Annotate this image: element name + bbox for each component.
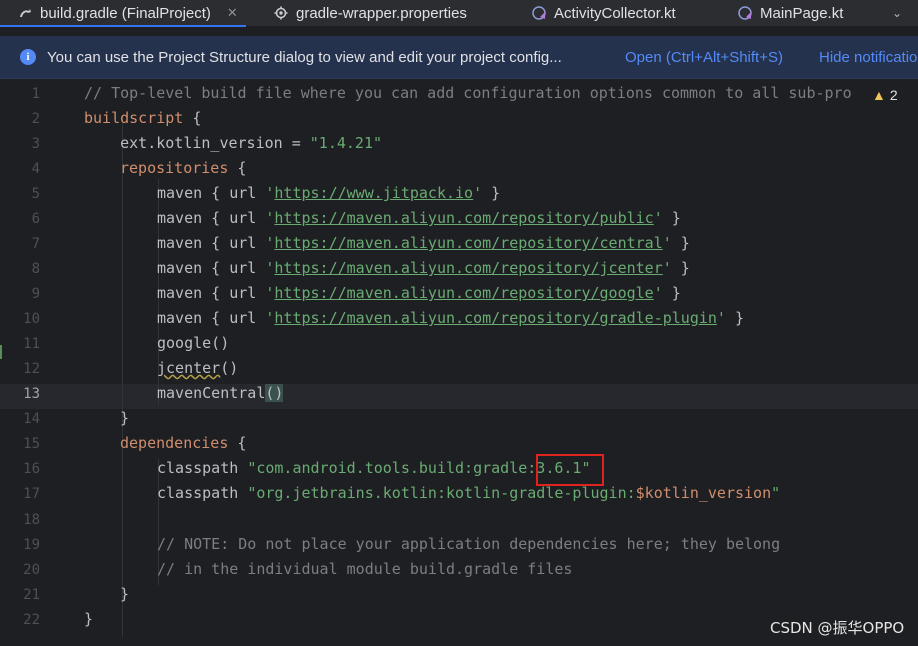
kotlin-class-icon xyxy=(738,6,752,20)
code-editor[interactable]: 1 2 3 4 5 6 7 8 9 10 11 12 13 14 15 16 17 18 19 20 21 22 ▲ 2 … xyxy=(0,79,918,646)
line-number: 14 xyxy=(23,411,40,427)
code-line-14: } xyxy=(120,409,130,427)
line-number: 15 xyxy=(23,436,40,452)
url-link[interactable]: https://maven.aliyun.com/repository/grad… xyxy=(274,309,717,327)
code-line-8: maven { url 'https://maven.aliyun.com/re… xyxy=(157,259,690,277)
code-line-15: dependencies { xyxy=(120,434,247,452)
code-line-5: maven { url 'https://www.jitpack.io' } xyxy=(157,184,501,202)
line-number: 9 xyxy=(31,286,40,302)
url-link[interactable]: https://www.jitpack.io xyxy=(274,184,473,202)
tab-label: ActivityCollector.kt xyxy=(554,4,676,22)
tab-label: gradle-wrapper.properties xyxy=(296,4,467,22)
url-link[interactable]: https://maven.aliyun.com/repository/publ… xyxy=(274,209,653,227)
code-line-6: maven { url 'https://maven.aliyun.com/re… xyxy=(157,209,681,227)
code-line-22: } xyxy=(84,610,94,628)
line-number: 18 xyxy=(23,512,40,528)
line-number: 8 xyxy=(31,261,40,277)
tab-label: MainPage.kt xyxy=(760,4,844,22)
url-link[interactable]: https://maven.aliyun.com/repository/goog… xyxy=(274,284,653,302)
close-icon[interactable]: ✕ xyxy=(227,5,238,21)
tab-build-gradle[interactable]: build.gradle (FinalProject) ✕ xyxy=(0,0,246,27)
line-number: 10 xyxy=(23,311,40,327)
code-line-17: classpath "org.jetbrains.kotlin:kotlin-g… xyxy=(157,484,781,502)
line-number: 3 xyxy=(31,136,40,152)
code-line-7: maven { url 'https://maven.aliyun.com/re… xyxy=(157,234,690,252)
banner-message: You can use the Project Structure dialog… xyxy=(47,48,562,66)
line-number: 17 xyxy=(23,486,40,502)
line-number: 22 xyxy=(23,612,40,628)
line-number: 16 xyxy=(23,461,40,477)
gear-icon xyxy=(274,6,288,20)
url-link[interactable]: https://maven.aliyun.com/repository/cent… xyxy=(274,234,662,252)
chevron-down-icon[interactable]: ⌄ xyxy=(892,0,902,26)
code-line-19: // NOTE: Do not place your application d… xyxy=(157,535,781,553)
deprecated-call[interactable]: jcenter xyxy=(157,359,220,377)
code-line-2: buildscript { xyxy=(84,109,202,127)
line-number: 13 xyxy=(23,386,40,402)
notification-banner: i You can use the Project Structure dial… xyxy=(0,36,918,79)
editor-tab-bar: build.gradle (FinalProject) ✕ gradle-wra… xyxy=(0,0,918,27)
code-line-3: ext.kotlin_version = "1.4.21" xyxy=(84,134,383,152)
current-line-highlight xyxy=(0,384,918,409)
code-line-21: } xyxy=(120,585,130,603)
watermark: CSDN @振华OPPO xyxy=(770,619,905,637)
tab-gradle-wrapper-properties[interactable]: gradle-wrapper.properties xyxy=(274,0,467,26)
line-number: 6 xyxy=(31,211,40,227)
gradle-icon xyxy=(18,6,32,20)
line-number: 5 xyxy=(31,186,40,202)
inspection-widget[interactable]: ▲ 2 xyxy=(870,85,898,105)
code-line-4: repositories { xyxy=(120,159,247,177)
line-number: 19 xyxy=(23,537,40,553)
tab-activity-collector[interactable]: ActivityCollector.kt xyxy=(532,0,676,26)
code-line-1: // Top-level build file where you can ad… xyxy=(84,84,852,102)
code-line-11: google() xyxy=(157,334,230,352)
open-project-structure-link[interactable]: Open (Ctrl+Alt+Shift+S) xyxy=(625,49,783,66)
code-line-12: jcenter() xyxy=(157,359,239,377)
line-number: 11 xyxy=(23,336,40,352)
line-number: 20 xyxy=(23,562,40,578)
line-number: 1 xyxy=(31,86,40,102)
url-link[interactable]: https://maven.aliyun.com/repository/jcen… xyxy=(274,259,662,277)
tab-label: build.gradle (FinalProject) xyxy=(40,4,211,22)
kotlin-class-icon xyxy=(532,6,546,20)
indent-guide xyxy=(122,117,123,637)
code-line-20: // in the individual module build.gradle… xyxy=(157,560,573,578)
version-highlight-box xyxy=(536,454,604,486)
line-number: 12 xyxy=(23,361,40,377)
tab-main-page[interactable]: MainPage.kt xyxy=(738,0,843,26)
code-line-10: maven { url 'https://maven.aliyun.com/re… xyxy=(157,309,745,327)
warning-icon: ▲ xyxy=(872,87,886,103)
info-icon: i xyxy=(20,49,36,65)
code-line-13: mavenCentral() xyxy=(157,384,284,402)
code-line-9: maven { url 'https://maven.aliyun.com/re… xyxy=(157,284,681,302)
warning-count: 2 xyxy=(889,87,898,103)
hide-notification-link[interactable]: Hide notification xyxy=(819,49,918,66)
line-number: 21 xyxy=(23,587,40,603)
line-number: 4 xyxy=(31,161,40,177)
line-number: 2 xyxy=(31,111,40,127)
line-number: 7 xyxy=(31,236,40,252)
code-line-16: classpath "com.android.tools.build:gradl… xyxy=(157,459,591,477)
